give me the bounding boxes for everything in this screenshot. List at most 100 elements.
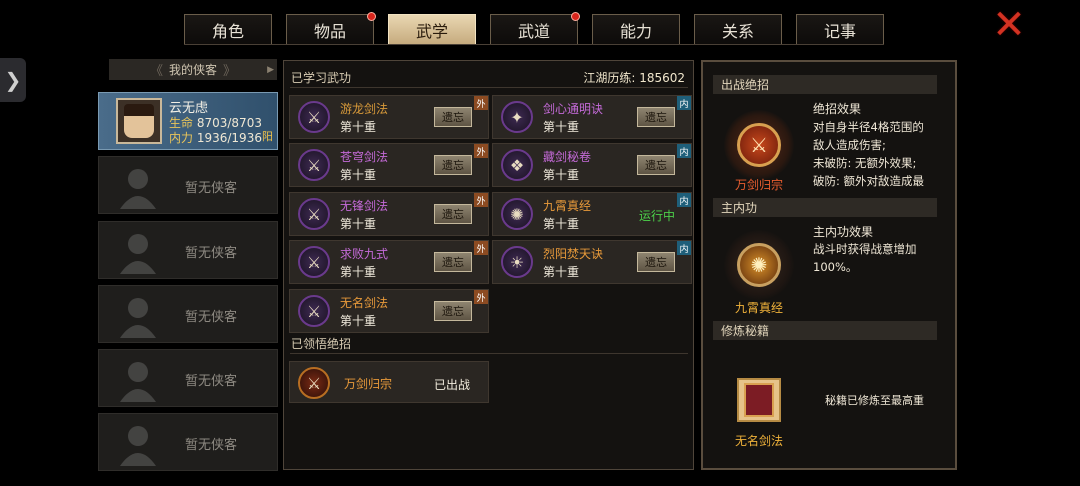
tab-label: 记事 <box>823 21 856 41</box>
hero-card-selected[interactable]: 云无虑 生命 8703/8703 内力 1936/1936 阳 <box>98 92 278 150</box>
hero-card-empty[interactable]: 暂无侠客 <box>98 285 278 343</box>
neigong-medal-name: 九霄真经 <box>734 301 783 315</box>
forget-button[interactable]: 遗忘 <box>434 252 472 272</box>
person-silhouette-icon <box>120 234 156 274</box>
tab-label: 角色 <box>211 21 244 41</box>
hero-mp: 内力 1936/1936 <box>169 131 262 145</box>
tab-3[interactable]: 武道 <box>490 12 580 44</box>
ultimate-name: 万剑归宗 <box>344 377 393 391</box>
radiance-icon: ✺ <box>737 243 781 287</box>
forget-button[interactable]: 遗忘 <box>434 301 472 321</box>
hero-card-empty[interactable]: 暂无侠客 <box>98 349 278 407</box>
tab-0[interactable]: 角色 <box>184 14 272 44</box>
battle-ultimate-section: 出战绝招 <box>713 75 937 94</box>
forget-button[interactable]: 遗忘 <box>637 252 675 272</box>
skill-item[interactable]: ⚔ 无名剑法 第十重 遗忘外 <box>289 289 489 333</box>
neigong-medal[interactable]: ✺ <box>724 230 794 300</box>
skill-type-tag: 内 <box>677 144 691 158</box>
skill-type-tag: 外 <box>474 241 488 255</box>
side-expand-arrow[interactable]: ❯ <box>0 58 26 102</box>
skill-item[interactable]: ⚔ 游龙剑法 第十重 遗忘外 <box>289 95 489 139</box>
skill-icon: ⚔ <box>298 246 330 278</box>
neigong-effect-title: 主内功效果 <box>813 225 874 239</box>
notification-dot <box>367 12 376 21</box>
skill-icon: ⚔ <box>298 295 330 327</box>
person-silhouette-icon <box>120 362 156 402</box>
skill-type-tag: 内 <box>677 241 691 255</box>
person-silhouette-icon <box>120 298 156 338</box>
empty-slot-label: 暂无侠客 <box>185 374 238 389</box>
empty-slot-label: 暂无侠客 <box>185 310 238 325</box>
close-icon[interactable]: ✕ <box>990 5 1028 45</box>
ultimate-medal-name: 万剑归宗 <box>734 178 783 192</box>
running-status: 运行中 <box>638 209 675 223</box>
manual-name: 无名剑法 <box>734 434 783 448</box>
manual-section: 修炼秘籍 <box>713 321 937 340</box>
chevron-right-icon: 》 <box>223 64 237 79</box>
skill-name: 无锋剑法 <box>340 199 389 213</box>
manual-status: 秘籍已修炼至最高重 <box>825 394 924 407</box>
avatar <box>116 98 162 144</box>
details-panel: 出战绝招 ⚔ 万剑归宗 绝招效果 对自身半径4格范围的 敌人造成伤害; 未破防:… <box>701 60 957 470</box>
ultimate-item[interactable]: ⚔ 万剑归宗 已出战 <box>289 361 489 403</box>
skill-level: 第十重 <box>340 314 377 328</box>
triangle-icon: ▶ <box>267 64 274 75</box>
hero-attribute-badge: 阳 <box>262 130 273 143</box>
skill-icon: ✦ <box>501 101 533 133</box>
forget-button[interactable]: 遗忘 <box>434 204 472 224</box>
tab-label: 关系 <box>721 21 754 41</box>
skill-item[interactable]: ⚔ 无锋剑法第十重 遗忘外 <box>289 192 489 236</box>
divider <box>290 87 688 88</box>
forget-button[interactable]: 遗忘 <box>434 155 472 175</box>
person-silhouette-icon <box>120 426 156 466</box>
forget-button[interactable]: 遗忘 <box>434 107 472 127</box>
tab-2[interactable]: 武学 <box>388 14 476 44</box>
tab-label: 武道 <box>517 21 550 41</box>
tab-1[interactable]: 物品 <box>286 12 376 44</box>
ultimate-medal[interactable]: ⚔ <box>724 110 794 180</box>
skill-icon: ⚔ <box>298 198 330 230</box>
hero-list-title: 我的侠客 <box>168 63 217 77</box>
tab-4[interactable]: 能力 <box>592 14 680 44</box>
notification-dot <box>571 12 580 21</box>
skill-item[interactable]: ✺ 九霄真经 第十重 运行中内 <box>492 192 692 236</box>
tab-6[interactable]: 记事 <box>796 14 884 44</box>
skill-level: 第十重 <box>340 217 377 231</box>
skill-item[interactable]: ⚔ 求败九式第十重 遗忘外 <box>289 240 489 284</box>
tab-bar: 角色 物品 武学 武道 能力 关系 记事 <box>184 12 884 44</box>
jianghu-exp: 江湖历练: 185602 <box>583 71 685 85</box>
hero-card-empty[interactable]: 暂无侠客 <box>98 156 278 214</box>
tab-5[interactable]: 关系 <box>694 14 782 44</box>
sword-icon: ⚔ <box>298 367 330 399</box>
skill-icon: ✺ <box>501 198 533 230</box>
ultimate-effect-desc: 对自身半径4格范围的 敌人造成伤害; 未破防: 无额外效果; 破防: 额外对敌造… <box>813 120 925 188</box>
book-icon[interactable] <box>737 378 781 422</box>
skill-icon: ☀ <box>501 246 533 278</box>
skill-item[interactable]: ⚔ 苍穹剑法 第十重 遗忘外 <box>289 143 489 187</box>
empty-slot-label: 暂无侠客 <box>185 181 238 196</box>
skill-name: 求败九式 <box>340 247 389 261</box>
skill-name: 烈阳焚天诀 <box>543 247 604 261</box>
learned-skills-title: 已学习武功 <box>291 71 352 85</box>
skill-type-tag: 外 <box>474 96 488 110</box>
tab-divider <box>184 44 884 45</box>
hero-card-empty[interactable]: 暂无侠客 <box>98 221 278 279</box>
skill-item[interactable]: ✦ 剑心通明诀 第十重 遗忘内 <box>492 95 692 139</box>
skill-item[interactable]: ❖ 藏剑秘卷 第十重 遗忘内 <box>492 143 692 187</box>
skill-level: 第十重 <box>340 168 377 182</box>
skill-item[interactable]: ☀ 烈阳焚天诀 第十重 遗忘内 <box>492 240 692 284</box>
skills-panel: 已学习武功 江湖历练: 185602 ⚔ 游龙剑法 第十重 遗忘外 ✦ 剑心通明诀 第十重遗… <box>283 60 694 470</box>
hero-card-empty[interactable]: 暂无侠客 <box>98 413 278 471</box>
skill-level: 第十重 <box>340 265 377 279</box>
tab-label: 能力 <box>619 21 652 41</box>
skill-name: 剑心通明诀 <box>543 102 604 116</box>
person-silhouette-icon <box>120 169 156 209</box>
hero-list-header: 《 我的侠客 》 ▶ <box>109 59 277 80</box>
skill-icon: ⚔ <box>298 101 330 133</box>
skill-type-tag: 外 <box>474 193 488 207</box>
skill-level: 第十重 <box>340 120 377 134</box>
forget-button[interactable]: 遗忘 <box>637 107 675 127</box>
forget-button[interactable]: 遗忘 <box>637 155 675 175</box>
skill-level: 第十重 <box>543 168 580 182</box>
sword-icon: ⚔ <box>737 123 781 167</box>
